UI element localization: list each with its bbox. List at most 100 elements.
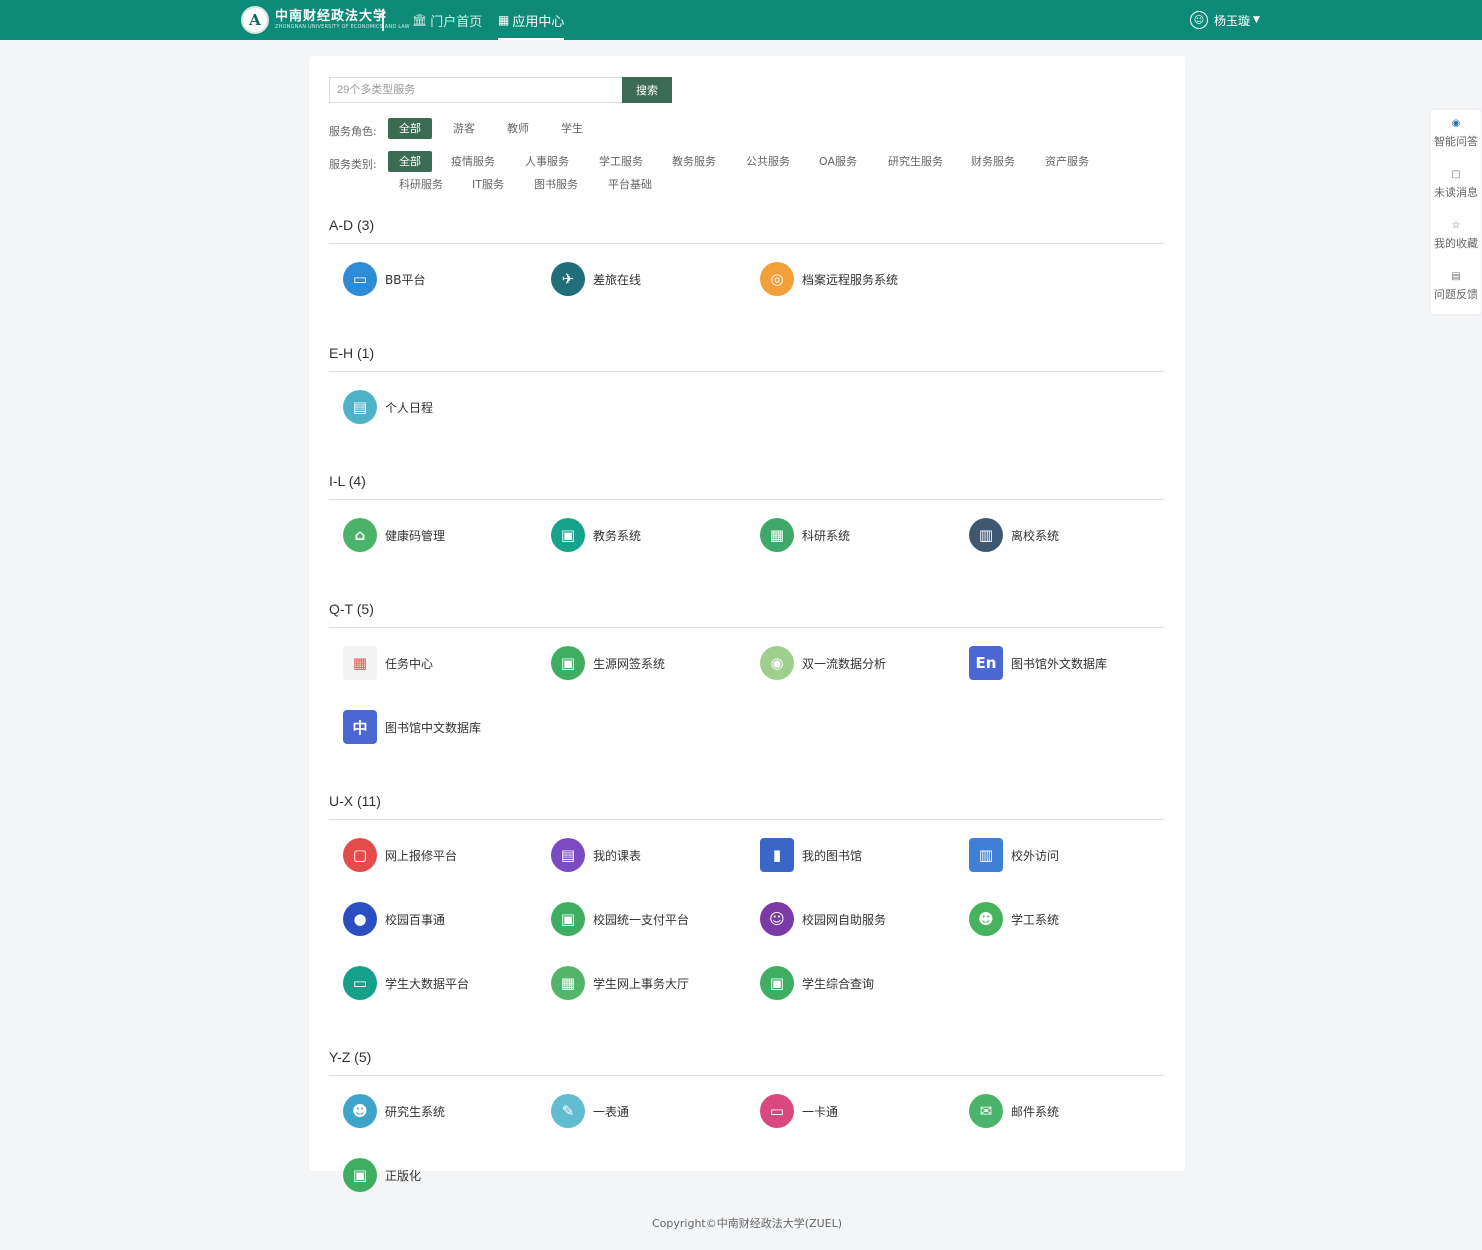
category-chip[interactable]: 学工服务 xyxy=(588,151,654,172)
app-tile[interactable]: ● 校园百事通 xyxy=(343,902,445,936)
app-tile[interactable]: ▦ 任务中心 xyxy=(343,646,433,680)
role-chip[interactable]: 教师 xyxy=(496,118,540,139)
app-tile[interactable]: ✎ 一表通 xyxy=(551,1094,629,1128)
app-icon: ▦ xyxy=(760,518,794,552)
app-tile[interactable]: ✈ 差旅在线 xyxy=(551,262,641,296)
app-tile[interactable]: ◉ 双一流数据分析 xyxy=(760,646,886,680)
role-chip[interactable]: 游客 xyxy=(442,118,486,139)
app-icon: ◎ xyxy=(760,262,794,296)
app-icon: ▥ xyxy=(969,838,1003,872)
sidebar-item[interactable]: ▢ 未读消息 xyxy=(1431,169,1481,200)
app-tile[interactable]: ▭ BB平台 xyxy=(343,262,425,296)
section-title: E-H (1) xyxy=(329,345,375,361)
app-tile[interactable]: ▢ 网上报修平台 xyxy=(343,838,457,872)
app-label: 研究生系统 xyxy=(385,1104,446,1119)
search-input[interactable] xyxy=(329,77,622,103)
app-tile[interactable]: ▦ 科研系统 xyxy=(760,518,850,552)
app-label: 邮件系统 xyxy=(1011,1104,1060,1119)
app-tile[interactable]: ▮ 我的图书馆 xyxy=(760,838,862,872)
category-chip[interactable]: 科研服务 xyxy=(388,174,454,195)
app-center-panel: 搜索 服务角色: 全部游客教师学生 服务类别: 全部疫情服务人事服务学工服务教务… xyxy=(309,56,1185,1192)
role-chip[interactable]: 全部 xyxy=(388,118,432,139)
app-tile[interactable]: ☻ 研究生系统 xyxy=(343,1094,445,1128)
category-chip[interactable]: 公共服务 xyxy=(735,151,801,172)
category-chip[interactable]: 资产服务 xyxy=(1034,151,1100,172)
app-label: 学工系统 xyxy=(1011,912,1060,927)
app-label: 图书馆中文数据库 xyxy=(385,720,482,735)
app-tile[interactable]: ▣ 学生综合查询 xyxy=(760,966,874,1000)
category-chip[interactable]: 人事服务 xyxy=(514,151,580,172)
floating-sidebar: ◉ 智能问答 ▢ 未读消息 ☆ 我的收藏 ▤ 问题反馈 xyxy=(1431,110,1481,314)
category-chip[interactable]: 财务服务 xyxy=(960,151,1026,172)
message-icon: ▢ xyxy=(1451,169,1461,180)
section-divider xyxy=(329,371,1164,372)
app-tile[interactable]: ▣ 生源网签系统 xyxy=(551,646,665,680)
app-label: 一卡通 xyxy=(802,1104,839,1119)
section-divider xyxy=(329,819,1164,820)
category-chip[interactable]: 研究生服务 xyxy=(877,151,954,172)
section-title: Y-Z (5) xyxy=(329,1049,372,1065)
app-icon: ● xyxy=(343,902,377,936)
sidebar-item[interactable]: ◉ 智能问答 xyxy=(1431,118,1481,149)
app-tile[interactable]: ▥ 校外访问 xyxy=(969,838,1059,872)
category-chip[interactable]: 平台基础 xyxy=(597,174,663,195)
app-tile[interactable]: ▣ 校园统一支付平台 xyxy=(551,902,689,936)
app-icon: ✎ xyxy=(551,1094,585,1128)
section-divider xyxy=(329,627,1164,628)
app-tile[interactable]: ⌂ 健康码管理 xyxy=(343,518,445,552)
sidebar-item-label: 智能问答 xyxy=(1434,135,1478,148)
app-tile[interactable]: ▤ 个人日程 xyxy=(343,390,433,424)
app-icon: ☻ xyxy=(343,1094,377,1128)
app-icon: En xyxy=(969,646,1003,680)
app-tile[interactable]: En 图书馆外文数据库 xyxy=(969,646,1107,680)
category-chip[interactable]: 疫情服务 xyxy=(440,151,506,172)
app-icon: ▦ xyxy=(343,646,377,680)
logo-subtitle: ZHONGNAN UNIVERSITY OF ECONOMICS AND LAW xyxy=(275,24,410,30)
app-tile[interactable]: ☻ 学工系统 xyxy=(969,902,1059,936)
search-button[interactable]: 搜索 xyxy=(622,77,672,103)
app-tile[interactable]: ▭ 学生大数据平台 xyxy=(343,966,469,1000)
category-chip[interactable]: 全部 xyxy=(388,151,432,172)
app-label: 双一流数据分析 xyxy=(802,656,887,671)
app-tile[interactable]: ▥ 离校系统 xyxy=(969,518,1059,552)
role-filter-chips: 全部 游客 教师 学生 xyxy=(388,118,1148,139)
category-chip[interactable]: 教务服务 xyxy=(661,151,727,172)
app-tile[interactable]: ▤ 我的课表 xyxy=(551,838,641,872)
app-tile[interactable]: 中图书馆中文数据库 xyxy=(343,710,481,744)
nav-app-center-label: 应用中心 xyxy=(512,14,565,30)
app-tile[interactable]: ▣ 教务系统 xyxy=(551,518,641,552)
footer-copyright: Copyright©中南财经政法大学(ZUEL) xyxy=(652,1217,842,1230)
app-icon: ✈ xyxy=(551,262,585,296)
nav-app-center[interactable]: ▦ 应用中心 xyxy=(498,0,565,40)
app-icon: ◉ xyxy=(760,646,794,680)
category-chip[interactable]: 图书服务 xyxy=(523,174,589,195)
sidebar-item[interactable]: ☆ 我的收藏 xyxy=(1431,220,1481,251)
app-tile[interactable]: ▣ 正版化 xyxy=(343,1158,421,1192)
star-icon: ☆ xyxy=(1451,220,1461,231)
category-chip[interactable]: OA服务 xyxy=(808,151,868,172)
user-menu[interactable]: ☺ 杨玉璇 ▼ xyxy=(1190,0,1260,40)
university-logo[interactable]: A 中南财经政法大学 ZHONGNAN UNIVERSITY OF ECONOM… xyxy=(241,6,410,34)
sidebar-item[interactable]: ▤ 问题反馈 xyxy=(1431,271,1481,302)
feedback-icon: ▤ xyxy=(1451,271,1461,282)
app-label: 档案远程服务系统 xyxy=(802,272,899,287)
app-icon: ☻ xyxy=(969,902,1003,936)
app-tile[interactable]: ☺ 校园网自助服务 xyxy=(760,902,886,936)
section-title: Q-T (5) xyxy=(329,601,374,617)
app-label: 个人日程 xyxy=(385,400,434,415)
nav-portal-home[interactable]: 🏛 门户首页 xyxy=(412,0,482,40)
search-bar: 搜索 xyxy=(329,77,672,103)
app-label: 学生大数据平台 xyxy=(385,976,470,991)
app-tile[interactable]: ✉ 邮件系统 xyxy=(969,1094,1059,1128)
app-tile[interactable]: ◎ 档案远程服务系统 xyxy=(760,262,898,296)
app-icon: ✉ xyxy=(969,1094,1003,1128)
app-label: 教务系统 xyxy=(593,528,642,543)
app-label: BB平台 xyxy=(385,272,426,287)
app-label: 我的图书馆 xyxy=(802,848,863,863)
app-icon: ▣ xyxy=(551,902,585,936)
app-tile[interactable]: ▭ 一卡通 xyxy=(760,1094,838,1128)
role-chip[interactable]: 学生 xyxy=(550,118,594,139)
category-chip[interactable]: IT服务 xyxy=(461,174,515,195)
app-icon: ☺ xyxy=(760,902,794,936)
app-tile[interactable]: ▦ 学生网上事务大厅 xyxy=(551,966,689,1000)
